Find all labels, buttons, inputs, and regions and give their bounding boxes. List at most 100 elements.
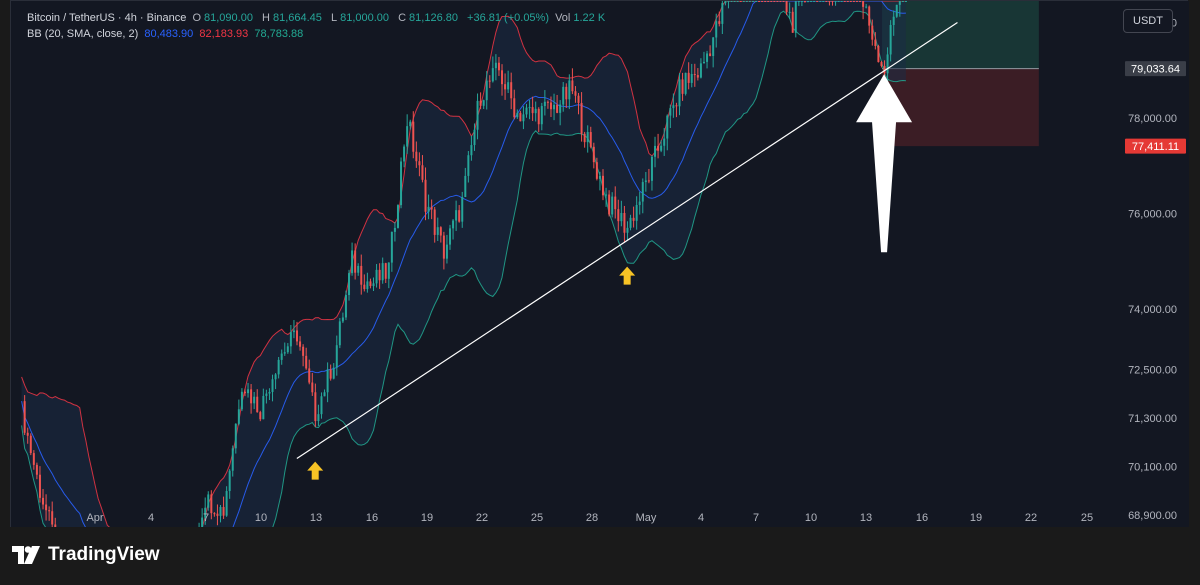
- candle-body: [745, 1, 748, 2]
- candle-body: [464, 175, 467, 197]
- candle-body: [852, 1, 855, 2]
- candle-body: [439, 227, 442, 236]
- time-tick-label: 4: [148, 512, 154, 524]
- candle-body: [332, 367, 335, 379]
- candle-body: [540, 106, 543, 125]
- candle-body: [335, 345, 338, 368]
- candle-body: [736, 1, 739, 2]
- price-tick-label: 70,100.00: [1128, 462, 1177, 474]
- candle-body: [42, 497, 45, 505]
- candle-body: [608, 194, 611, 215]
- candle-body: [654, 145, 657, 157]
- time-tick-label: 10: [255, 512, 267, 524]
- candle-body: [384, 263, 387, 279]
- candle-body: [684, 72, 687, 94]
- open-number: 81,090.00: [204, 12, 253, 24]
- candle-body: [317, 414, 320, 422]
- candle-body: [843, 1, 846, 2]
- candle-body: [629, 217, 632, 228]
- candle-body: [488, 80, 491, 82]
- candle-body: [302, 346, 305, 356]
- candle-body: [721, 3, 724, 24]
- candle-body: [641, 182, 644, 202]
- candle-body: [617, 209, 620, 222]
- change-value: +36.81 (+0.05%): [467, 12, 549, 24]
- candle-body: [672, 105, 675, 109]
- candle-body: [816, 1, 819, 2]
- candle-body: [690, 73, 693, 83]
- candle-body: [773, 1, 776, 2]
- candle-body: [237, 409, 240, 424]
- close-label: C: [398, 12, 407, 24]
- candle-body: [553, 104, 556, 110]
- candle-body: [344, 295, 347, 318]
- candle-body: [892, 16, 895, 26]
- price-tick-label: 74,000.00: [1128, 304, 1177, 316]
- candle-body: [901, 1, 904, 2]
- candle-body: [589, 132, 592, 147]
- candle-body: [482, 100, 485, 106]
- candle-body: [253, 396, 256, 404]
- candle-body: [274, 374, 277, 380]
- tradingview-logo[interactable]: TradingView: [12, 544, 160, 566]
- indicator-legend: BB (20, SMA, close, 2) 80,483.90 82,183.…: [27, 28, 306, 40]
- candle-body: [715, 21, 718, 38]
- candle-body: [819, 1, 822, 2]
- candle-body: [537, 108, 540, 125]
- candle-body: [828, 1, 831, 2]
- candle-body: [299, 341, 302, 347]
- time-tick-label: 7: [203, 512, 209, 524]
- candle-body: [855, 1, 858, 2]
- symbol-title[interactable]: Bitcoin / TetherUS · 4h · Binance: [27, 12, 186, 24]
- candle-body: [452, 220, 455, 229]
- candle-body: [513, 98, 516, 118]
- candle-body: [788, 11, 791, 13]
- candle-body: [626, 227, 629, 233]
- candle-body: [675, 105, 678, 107]
- candle-body: [256, 396, 259, 413]
- candle-body: [706, 53, 709, 62]
- candle-body: [286, 346, 289, 353]
- candle-body: [742, 1, 745, 2]
- currency-button[interactable]: USDT: [1123, 9, 1173, 33]
- time-tick-label: 25: [531, 512, 543, 524]
- candle-body: [519, 112, 522, 122]
- candle-body: [231, 448, 234, 471]
- time-tick-label: 16: [366, 512, 378, 524]
- candle-body: [228, 470, 231, 492]
- candle-body: [29, 435, 32, 454]
- candle-body: [868, 6, 871, 26]
- candle-body: [647, 180, 650, 182]
- price-tick-label: 72,500.00: [1128, 365, 1177, 377]
- candle-body: [825, 1, 828, 2]
- candle-body: [396, 205, 399, 228]
- candle-body: [874, 39, 877, 47]
- candle-body: [693, 73, 696, 76]
- candle-body: [403, 146, 406, 162]
- candle-body: [406, 126, 409, 147]
- candle-body: [595, 162, 598, 179]
- open-label: O: [192, 12, 202, 24]
- candle-body: [779, 1, 782, 2]
- candle-body: [650, 156, 653, 181]
- candle-body: [807, 1, 810, 2]
- candle-body: [393, 227, 396, 232]
- candle-body: [813, 1, 816, 2]
- candle-body: [525, 107, 528, 115]
- volume-label: Vol: [555, 12, 571, 24]
- candle-body: [681, 79, 684, 94]
- candle-body: [531, 107, 534, 114]
- bb-lower-value: 78,783.88: [254, 28, 304, 40]
- candle-body: [712, 37, 715, 56]
- candlestick-chart[interactable]: 84,000.0082,000.0080,000.0078,000.0076,0…: [11, 1, 1189, 528]
- candle-body: [516, 112, 519, 118]
- candle-body: [35, 464, 38, 475]
- candle-body: [767, 1, 770, 2]
- candle-body: [895, 4, 898, 17]
- candle-body: [326, 369, 329, 393]
- candle-body: [491, 68, 494, 82]
- indicator-title[interactable]: BB (20, SMA, close, 2): [27, 28, 138, 40]
- price-label: 77,411.11: [1132, 141, 1179, 153]
- candle-body: [240, 391, 243, 410]
- chart-area[interactable]: 84,000.0082,000.0080,000.0078,000.0076,0…: [10, 0, 1189, 528]
